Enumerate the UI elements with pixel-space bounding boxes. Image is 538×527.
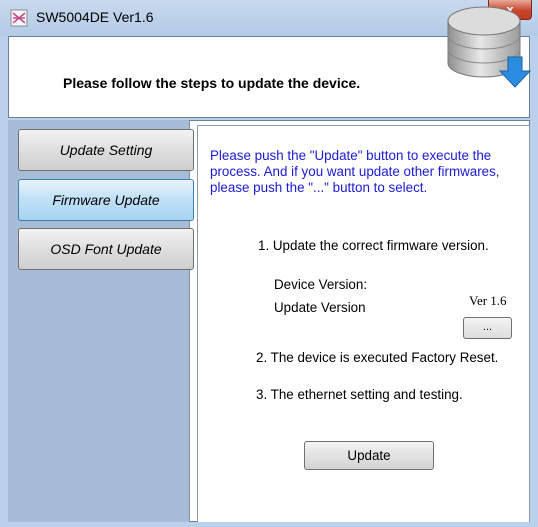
- left-nav: Update Setting Firmware Update OSD Font …: [8, 120, 194, 522]
- window-title: SW5004DE Ver1.6: [36, 9, 154, 25]
- step-3-text: 3. The ethernet setting and testing.: [256, 387, 463, 402]
- firmware-update-panel: Please push the "Update" button to execu…: [197, 125, 530, 522]
- browse-button[interactable]: ...: [463, 317, 512, 339]
- header-message: Please follow the steps to update the de…: [63, 75, 361, 91]
- nav-update-setting[interactable]: Update Setting: [18, 129, 194, 171]
- instructions-text: Please push the "Update" button to execu…: [210, 148, 500, 195]
- app-window: SW5004DE Ver1.6 x Please follow the step…: [0, 0, 538, 527]
- update-version-label: Update Version: [274, 300, 366, 315]
- nav-osd-font-update[interactable]: OSD Font Update: [18, 228, 194, 270]
- nav-firmware-update[interactable]: Firmware Update: [18, 179, 194, 221]
- database-update-icon: [447, 6, 532, 88]
- device-version-label: Device Version:: [274, 277, 368, 292]
- step-2-text: 2. The device is executed Factory Reset.: [256, 350, 499, 365]
- update-version-value: Ver 1.6: [469, 293, 507, 308]
- update-button[interactable]: Update: [304, 441, 434, 470]
- step-1-text: 1. Update the correct firmware version.: [258, 238, 489, 253]
- app-icon: [10, 9, 28, 27]
